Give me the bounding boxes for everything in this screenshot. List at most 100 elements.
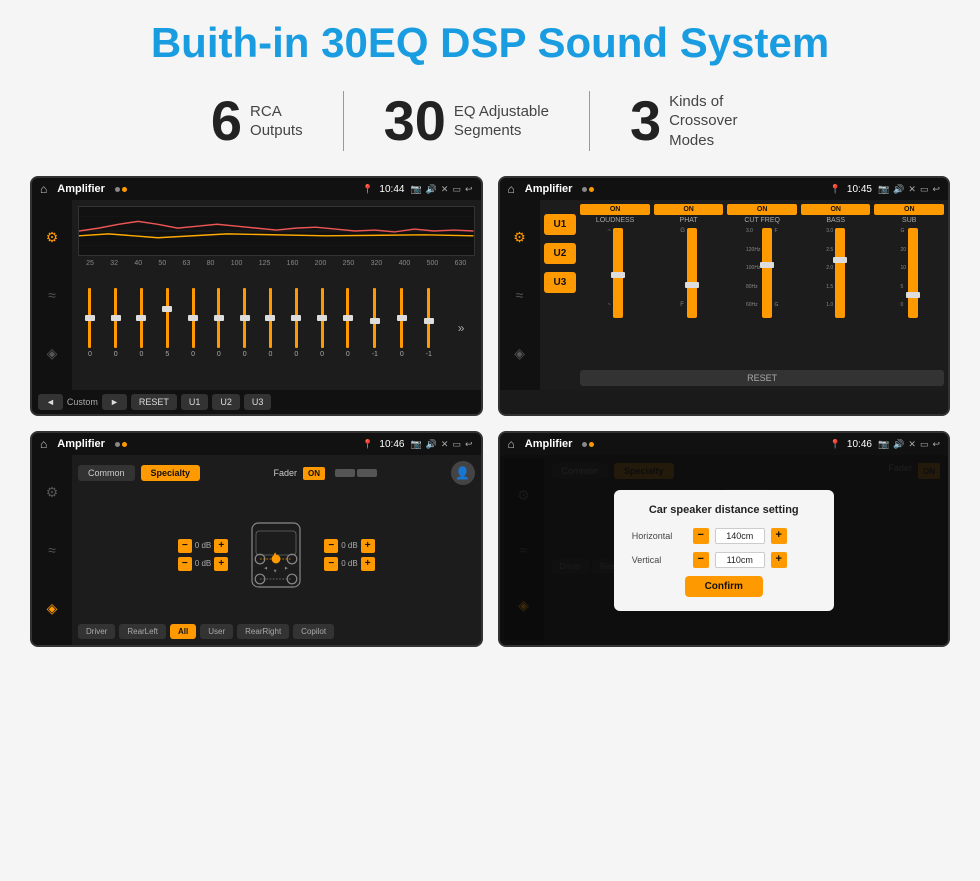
back-icon-2[interactable]: ↩ [932, 184, 940, 195]
reset-button-2[interactable]: RESET [580, 370, 944, 386]
vertical-minus-button[interactable]: − [693, 552, 709, 568]
dot2 [122, 187, 127, 192]
freq-250: 250 [343, 260, 355, 267]
u3-crossover-button[interactable]: U3 [544, 272, 577, 293]
freq-500: 500 [427, 260, 439, 267]
home-icon[interactable]: ⌂ [40, 182, 47, 196]
u1-crossover-button[interactable]: U1 [544, 214, 577, 235]
next-preset-button[interactable]: ► [102, 394, 127, 410]
status-dots-3 [115, 442, 127, 447]
dot1 [115, 187, 120, 192]
speaker-icon[interactable]: ◈ [47, 345, 58, 362]
u2-crossover-button[interactable]: U2 [544, 243, 577, 264]
horizontal-value: 140cm [715, 528, 765, 544]
confirm-button[interactable]: Confirm [685, 576, 763, 597]
plus-tr[interactable]: + [361, 539, 375, 553]
screen-fader: ⌂ Amplifier 📍 10:46 📷 🔊 ✕ ▭ ↩ [30, 431, 483, 647]
db-val-bl: 0 dB [195, 559, 211, 568]
time-2: 10:45 [847, 184, 872, 195]
eq-slider-5[interactable]: 0 [217, 288, 221, 368]
copilot-button[interactable]: Copilot [293, 624, 334, 639]
app-name-3: Amplifier [57, 438, 105, 450]
eq-slider-9[interactable]: 0 [320, 288, 324, 368]
channel-on-sub[interactable]: ON [874, 204, 944, 215]
expand-icon[interactable]: » [458, 321, 465, 335]
eq-slider-1[interactable]: 0 [114, 288, 118, 368]
plus-tl[interactable]: + [214, 539, 228, 553]
car-svg: ▲ ▼ ◄ ► [236, 515, 316, 595]
eq-slider-7[interactable]: 0 [269, 288, 273, 368]
channel-on-bass[interactable]: ON [801, 204, 871, 215]
screen3-content: ⚙ ≈ ◈ Common Specialty Fader ON 👤 [32, 455, 481, 645]
fader-on-button[interactable]: ON [303, 467, 325, 480]
home-icon-2[interactable]: ⌂ [508, 182, 515, 196]
specialty-tab-3[interactable]: Specialty [141, 465, 201, 481]
back-icon-4[interactable]: ↩ [932, 439, 940, 450]
channel-on-loudness[interactable]: ON [580, 204, 650, 215]
ch-slider-loudness[interactable] [613, 228, 623, 318]
distance-dialog: Car speaker distance setting Horizontal … [614, 490, 834, 611]
location-icon-2: 📍 [830, 184, 841, 195]
eq-slider-10[interactable]: 0 [346, 288, 350, 368]
back-icon-3[interactable]: ↩ [465, 439, 473, 450]
home-icon-4[interactable]: ⌂ [508, 437, 515, 451]
eq-icon[interactable]: ⚙ [46, 229, 59, 246]
eq-graph [78, 206, 475, 256]
user-icon[interactable]: 👤 [451, 461, 475, 485]
minus-tr[interactable]: − [324, 539, 338, 553]
driver-button[interactable]: Driver [78, 624, 115, 639]
minus-tl[interactable]: − [178, 539, 192, 553]
eq-icon-2[interactable]: ⚙ [513, 229, 526, 246]
ch-slider-bass[interactable] [835, 228, 845, 318]
home-icon-3[interactable]: ⌂ [40, 437, 47, 451]
eq-slider-2[interactable]: 0 [140, 288, 144, 368]
minus-br[interactable]: − [324, 557, 338, 571]
eq-slider-6[interactable]: 0 [243, 288, 247, 368]
speaker-icon-3[interactable]: ◈ [47, 600, 58, 617]
prev-preset-button[interactable]: ◄ [38, 394, 63, 410]
minus-bl[interactable]: − [178, 557, 192, 571]
ch-nums-cutfreq: 3.0120Hz100Hz80Hz60Hz [746, 228, 760, 308]
rearright-button[interactable]: RearRight [237, 624, 289, 639]
eq-slider-12[interactable]: 0 [400, 288, 404, 368]
eq-slider-13[interactable]: -1 [426, 288, 432, 368]
wave-icon-2[interactable]: ≈ [516, 287, 524, 303]
freq-630: 630 [455, 260, 467, 267]
eq-main: 25 32 40 50 63 80 100 125 160 200 250 32… [72, 200, 481, 390]
vertical-plus-button[interactable]: + [771, 552, 787, 568]
reset-button-1[interactable]: RESET [131, 394, 177, 410]
plus-br[interactable]: + [361, 557, 375, 571]
eq-slider-0[interactable]: 0 [88, 288, 92, 368]
horizontal-minus-button[interactable]: − [693, 528, 709, 544]
db-control-tr: − 0 dB + [324, 539, 374, 553]
ch-slider-cutfreq[interactable] [762, 228, 772, 318]
eq-slider-11[interactable]: -1 [372, 288, 378, 368]
u2-button[interactable]: U2 [212, 394, 240, 410]
horizontal-plus-button[interactable]: + [771, 528, 787, 544]
status-bar-4: ⌂ Amplifier 📍 10:46 📷 🔊 ✕ ▭ ↩ [500, 433, 949, 455]
time-4: 10:46 [847, 439, 872, 450]
eq-slider-3[interactable]: 5 [165, 288, 169, 368]
window-icon: ▭ [452, 184, 461, 195]
plus-bl[interactable]: + [214, 557, 228, 571]
u1-button[interactable]: U1 [181, 394, 209, 410]
channel-on-phat[interactable]: ON [654, 204, 724, 215]
common-tab-3[interactable]: Common [78, 465, 135, 481]
speaker-icon-2[interactable]: ◈ [514, 345, 525, 362]
location-icon: 📍 [362, 184, 373, 195]
eq-slider-4[interactable]: 0 [191, 288, 195, 368]
wave-icon[interactable]: ≈ [48, 287, 56, 303]
back-icon[interactable]: ↩ [465, 184, 473, 195]
close-icon-2: ✕ [908, 184, 916, 195]
wave-icon-3[interactable]: ≈ [48, 542, 56, 558]
ch-slider-phat[interactable] [687, 228, 697, 318]
all-button[interactable]: All [170, 624, 196, 639]
volume-icon-4: 🔊 [893, 439, 904, 450]
user-button[interactable]: User [200, 624, 233, 639]
rearleft-button[interactable]: RearLeft [119, 624, 166, 639]
eq-slider-8[interactable]: 0 [294, 288, 298, 368]
ch-slider-sub[interactable] [908, 228, 918, 318]
u3-button[interactable]: U3 [244, 394, 272, 410]
channel-on-cutfreq[interactable]: ON [727, 204, 797, 215]
eq-icon-3[interactable]: ⚙ [46, 484, 59, 501]
